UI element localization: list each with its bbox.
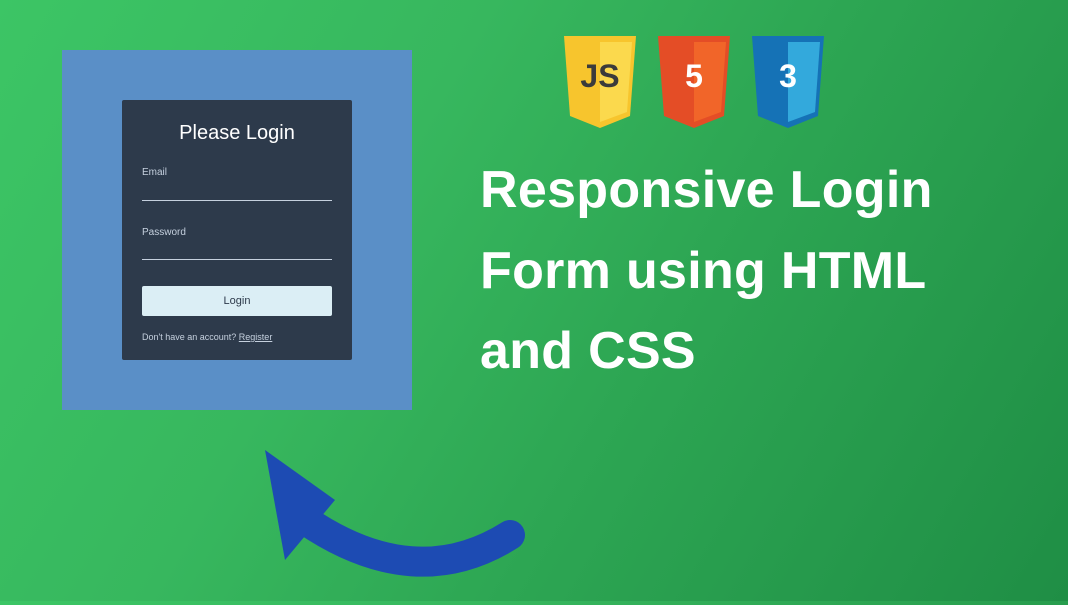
html5-shield-icon: 5 xyxy=(654,36,734,128)
css3-shield-icon: 3 xyxy=(748,36,828,128)
css3-badge-text: 3 xyxy=(748,58,828,95)
login-footer: Don't have an account? Register xyxy=(142,332,332,342)
curved-arrow-icon xyxy=(215,400,525,600)
headline: Responsive Login Form using HTML and CSS xyxy=(480,150,1040,392)
login-title: Please Login xyxy=(142,122,332,145)
footer-question: Don't have an account? xyxy=(142,332,239,342)
js-badge-text: JS xyxy=(560,58,640,95)
login-card: Please Login Email Password Login Don't … xyxy=(122,100,352,360)
login-button[interactable]: Login xyxy=(142,286,332,316)
headline-line3: and CSS xyxy=(480,311,1040,392)
tech-badges: JS 5 3 xyxy=(560,36,828,128)
password-label: Password xyxy=(142,227,332,238)
js-shield-icon: JS xyxy=(560,36,640,128)
password-field[interactable] xyxy=(142,244,332,260)
headline-line2: Form using HTML xyxy=(480,231,1040,312)
email-field[interactable] xyxy=(142,185,332,201)
login-panel: Please Login Email Password Login Don't … xyxy=(62,50,412,410)
headline-line1: Responsive Login xyxy=(480,150,1040,231)
email-label: Email xyxy=(142,167,332,178)
html5-badge-text: 5 xyxy=(654,58,734,95)
register-link[interactable]: Register xyxy=(239,332,273,342)
